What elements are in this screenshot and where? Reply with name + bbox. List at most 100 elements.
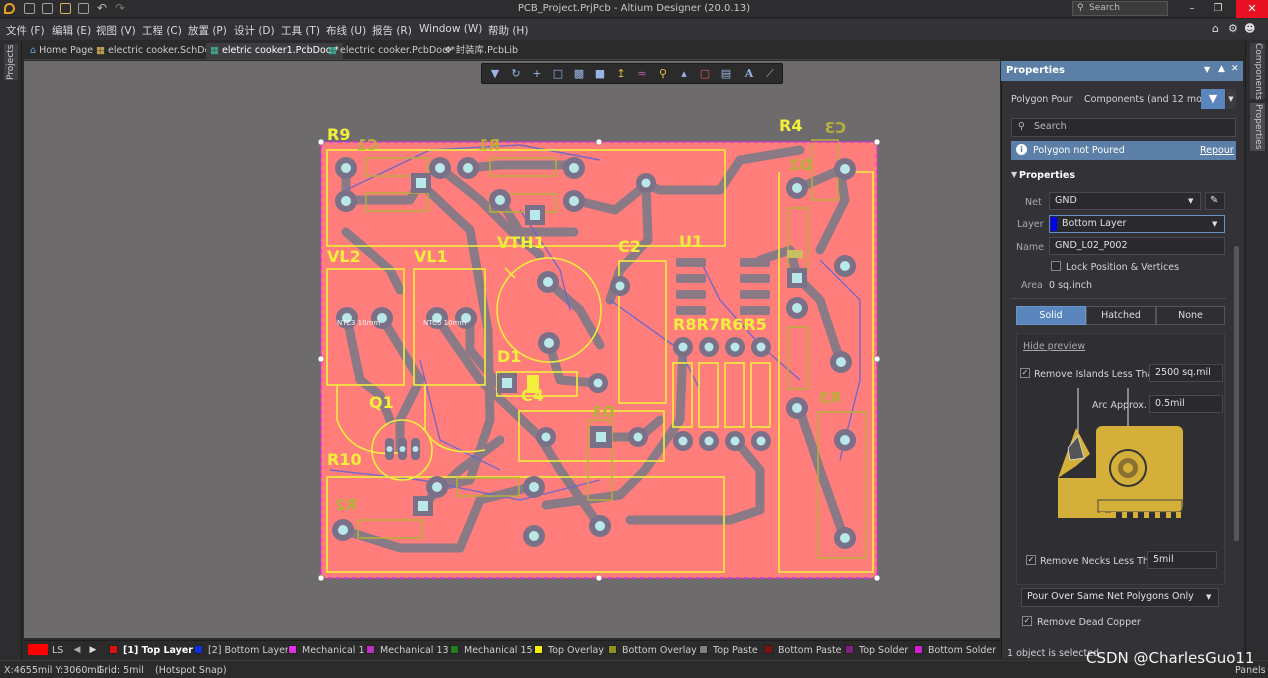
layer-tab-mechanical-1[interactable]: Mechanical 1 <box>288 644 365 657</box>
crosshair-icon[interactable]: + <box>530 67 544 81</box>
remove-necks-input[interactable]: 5mil <box>1147 551 1217 569</box>
layer-tab-top-paste[interactable]: Top Paste <box>699 644 758 657</box>
via-icon[interactable]: ⚲ <box>656 67 670 81</box>
layer-tab-bottom-overlay[interactable]: Bottom Overlay <box>608 644 697 657</box>
designator-c3: C3 <box>825 119 846 137</box>
designator-q1: Q1 <box>369 393 394 412</box>
layer-select[interactable]: Bottom Layer ▼ <box>1049 215 1225 233</box>
section-collapse-icon[interactable]: ▼ <box>1011 170 1017 179</box>
properties-panel-tab[interactable]: Properties <box>1250 103 1265 151</box>
user-icon[interactable]: ☻ <box>1244 22 1255 35</box>
net-select[interactable]: GND ▼ <box>1049 192 1201 210</box>
panel-title: Properties <box>1006 65 1065 76</box>
layer-tab-bottom-layer[interactable]: [2] Bottom Layer <box>194 644 289 657</box>
tab-pcb-active[interactable]: ▦ eletric cooker1.PcbDoc * <box>206 43 343 59</box>
global-search-input[interactable]: ⚲ Search <box>1072 1 1168 16</box>
close-button[interactable]: ✕ <box>1236 0 1268 18</box>
settings-icon[interactable]: ⚙ <box>1228 22 1238 35</box>
edit-net-button[interactable]: ✎ <box>1205 192 1225 210</box>
menu-reports[interactable]: 报告 (R) <box>372 23 412 38</box>
hide-preview-link[interactable]: Hide preview <box>1023 341 1085 352</box>
tab-label: Home Page <box>39 45 94 56</box>
layer-swatch <box>450 645 459 654</box>
snap-mode: (Hotspot Snap) <box>155 665 227 676</box>
designator-c2: C2 <box>618 237 641 256</box>
fill-mode-solid[interactable]: Solid <box>1016 306 1086 325</box>
panel-close-icon[interactable]: ✕ <box>1231 64 1239 74</box>
layer-tab-mechanical-13[interactable]: Mechanical 13 <box>366 644 449 657</box>
filter-button[interactable]: ▼ <box>1201 89 1225 109</box>
layer-tab-bottom-paste[interactable]: Bottom Paste <box>764 644 842 657</box>
filter-scope-label[interactable]: Components (and 12 more) <box>1084 94 1215 105</box>
components-panel-tab[interactable]: Components <box>1250 43 1265 100</box>
filter-icon[interactable]: ▼ <box>488 67 502 81</box>
panel-pin-icon[interactable]: ▲ <box>1218 64 1225 74</box>
component-icon[interactable]: ■ <box>593 67 607 81</box>
layer-label: Mechanical 15 <box>464 645 533 656</box>
properties-section-title[interactable]: Properties <box>1019 170 1075 181</box>
polygon-icon[interactable]: ▴ <box>677 67 691 81</box>
menu-place[interactable]: 放置 (P) <box>188 23 227 38</box>
layer-label: Bottom Solder <box>928 645 997 656</box>
route-icon[interactable]: ↻ <box>509 67 523 81</box>
layer-tab-top-overlay[interactable]: Top Overlay <box>534 644 604 657</box>
current-layer-color[interactable] <box>28 644 48 655</box>
layer-scroll-right-icon[interactable]: ▶ <box>86 643 100 657</box>
dimension-icon[interactable]: ▤ <box>719 67 733 81</box>
keepout-icon[interactable]: ▢ <box>698 67 712 81</box>
select-rect-icon[interactable]: □ <box>551 67 565 81</box>
menu-design[interactable]: 设计 (D) <box>234 23 275 38</box>
panel-search-input[interactable]: ⚲ Search <box>1011 118 1236 137</box>
fill-mode-hatched[interactable]: Hatched <box>1086 306 1156 325</box>
restore-button[interactable]: ❐ <box>1208 2 1228 16</box>
lock-checkbox[interactable] <box>1051 261 1061 271</box>
title-bar: ↶ ↷ PCB_Project.PrjPcb - Altium Designer… <box>0 0 1268 18</box>
minimize-button[interactable]: – <box>1182 2 1202 16</box>
grid-size: Grid: 5mil <box>97 665 144 676</box>
projects-panel-tab[interactable]: Projects <box>4 44 18 80</box>
repour-link[interactable]: Repour <box>1200 145 1234 156</box>
vl2-comment: NTC3 10mm <box>337 319 380 327</box>
panel-search-placeholder: Search <box>1034 121 1067 132</box>
menu-file[interactable]: 文件 (F) <box>6 23 45 38</box>
pour-over-select[interactable]: Pour Over Same Net Polygons Only ▼ <box>1021 588 1219 607</box>
menu-project[interactable]: 工程 (C) <box>142 23 182 38</box>
layer-tab-top-solder[interactable]: Top Solder <box>845 644 908 657</box>
name-input[interactable]: GND_L02_P002 <box>1049 237 1225 255</box>
fill-mode-none[interactable]: None <box>1156 306 1225 325</box>
layer-set-button[interactable]: LS <box>52 644 63 657</box>
menu-edit[interactable]: 编辑 (E) <box>52 23 91 38</box>
panel-scrollbar[interactable] <box>1234 246 1239 541</box>
layer-tab-top-layer[interactable]: [1] Top Layer <box>109 644 193 657</box>
home-tab-icon: ⌂ <box>30 45 40 56</box>
remove-dead-copper-checkbox[interactable]: ✓ <box>1022 616 1032 626</box>
menu-help[interactable]: 帮助 (H) <box>488 23 528 38</box>
string-icon[interactable]: A <box>742 67 756 81</box>
designator-r1: C1 <box>357 136 378 154</box>
interactive-route-icon[interactable]: ↥ <box>614 67 628 81</box>
diff-pair-icon[interactable]: ≈ <box>635 67 649 81</box>
layer-tab-bottom-solder[interactable]: Bottom Solder <box>914 644 996 657</box>
menu-tools[interactable]: 工具 (T) <box>281 23 320 38</box>
home-icon[interactable]: ⌂ <box>1212 22 1219 35</box>
remove-islands-checkbox[interactable]: ✓ <box>1020 368 1030 378</box>
layer-scroll-left-icon[interactable]: ◀ <box>70 643 84 657</box>
tab-pcblib[interactable]: ❖ 封装库.PcbLib <box>440 43 522 59</box>
align-icon[interactable]: ▩ <box>572 67 586 81</box>
pcb-canvas[interactable]: R9 R4 VL2 VL1 VTH1 C2 U1 R8R7R6R5 D1 C4 … <box>24 61 1000 638</box>
remove-islands-input[interactable]: 2500 sq.mil <box>1149 364 1223 382</box>
menu-window[interactable]: Window (W) <box>419 23 482 35</box>
remove-necks-checkbox[interactable]: ✓ <box>1026 555 1036 565</box>
layer-tab-mechanical-15[interactable]: Mechanical 15 <box>450 644 533 657</box>
designator-c1: R3 <box>819 389 841 407</box>
filter-dropdown-icon[interactable]: ▼ <box>1226 89 1236 109</box>
area-label: Area <box>1021 280 1043 291</box>
panel-menu-icon[interactable]: ▼ <box>1204 65 1210 74</box>
line-icon[interactable]: ⟋ <box>763 67 777 81</box>
menu-view[interactable]: 视图 (V) <box>96 23 136 38</box>
status-bar: X:4655mil Y:3060mil Grid: 5mil (Hotspot … <box>0 648 1268 678</box>
pour-over-value: Pour Over Same Net Polygons Only <box>1027 591 1194 602</box>
tab-home-page[interactable]: ⌂ Home Page <box>26 43 97 59</box>
tab-pcb-2[interactable]: ▦ electric cooker.PcbDoc * <box>324 43 459 59</box>
menu-route[interactable]: 布线 (U) <box>326 23 366 38</box>
